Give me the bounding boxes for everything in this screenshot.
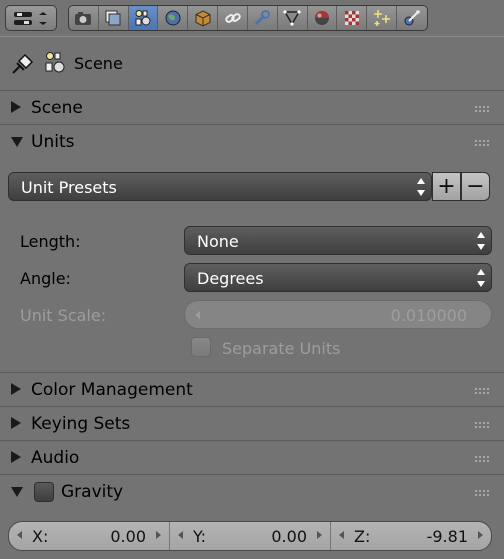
panel-header-audio[interactable]: Audio	[0, 442, 504, 475]
tab-physics[interactable]	[397, 6, 427, 30]
separate-units-checkbox[interactable]	[191, 337, 211, 357]
decrement-arrow-icon[interactable]	[178, 531, 183, 539]
expand-arrow-icon	[11, 417, 21, 429]
panel-title: Keying Sets	[31, 414, 131, 434]
object-cube-icon	[195, 10, 211, 27]
panel-header-keying-sets[interactable]: Keying Sets	[0, 408, 504, 441]
length-label: Length:	[20, 232, 81, 251]
gravity-vector-field: X: 0.00 Y: 0.00 Z: -9.81	[8, 521, 492, 551]
context-label: Scene	[74, 54, 123, 73]
drag-handle-icon[interactable]	[474, 421, 490, 429]
toolbar-divider	[0, 36, 504, 37]
tab-particles[interactable]	[367, 6, 398, 30]
drag-handle-icon[interactable]	[474, 387, 490, 395]
texture-icon	[344, 11, 359, 25]
collapse-arrow-icon	[11, 487, 23, 497]
decrement-arrow-icon[interactable]	[17, 531, 22, 539]
gravity-z-field[interactable]: Z: -9.81	[331, 522, 491, 550]
y-label: Y:	[193, 527, 207, 546]
gravity-x-field[interactable]: X: 0.00	[9, 522, 170, 550]
collapse-arrow-icon	[11, 137, 23, 147]
tab-texture[interactable]	[337, 6, 368, 30]
x-label: X:	[32, 527, 49, 546]
z-label: Z:	[354, 527, 371, 546]
context-tabs	[68, 5, 428, 31]
tab-material[interactable]	[308, 6, 338, 30]
scene-icon	[135, 10, 151, 26]
panel-title: Audio	[31, 448, 80, 468]
gravity-y-field[interactable]: Y: 0.00	[170, 522, 331, 550]
render-layers-icon	[105, 10, 121, 26]
up-down-arrows-icon	[477, 232, 485, 250]
scene-icon	[45, 52, 65, 73]
panel-divider	[0, 90, 504, 91]
panel-title: Color Management	[31, 380, 193, 400]
panel-divider	[0, 440, 504, 441]
z-value: -9.81	[426, 527, 468, 546]
tab-object[interactable]	[188, 6, 219, 30]
properties-editor-icon	[14, 12, 47, 25]
length-value: None	[197, 232, 239, 251]
panel-title: Units	[31, 132, 75, 152]
particles-icon	[373, 10, 390, 26]
constraints-chain-icon	[224, 13, 241, 23]
unit-scale-value: 0.010000	[390, 306, 467, 325]
editor-type-button[interactable]	[5, 5, 57, 31]
y-value: 0.00	[271, 527, 307, 546]
tab-render[interactable]	[69, 6, 99, 30]
up-down-arrows-icon	[477, 269, 485, 287]
angle-value: Degrees	[197, 269, 264, 288]
add-preset-button[interactable]: +	[432, 172, 461, 201]
pin-icon[interactable]	[10, 53, 34, 75]
up-down-arrows-icon	[417, 178, 425, 196]
increment-arrow-icon[interactable]	[317, 531, 322, 539]
tab-modifiers[interactable]	[248, 6, 278, 30]
render-camera-icon	[75, 12, 92, 25]
decrement-arrow-icon[interactable]	[195, 311, 200, 319]
tab-render-layers[interactable]	[99, 6, 129, 30]
tab-scene[interactable]	[128, 6, 159, 30]
drag-handle-icon[interactable]	[474, 139, 490, 147]
context-breadcrumb: Scene	[0, 44, 504, 84]
increment-arrow-icon[interactable]	[156, 531, 161, 539]
expand-arrow-icon	[11, 101, 21, 113]
material-icon	[315, 11, 330, 25]
expand-arrow-icon	[11, 451, 21, 463]
panel-divider	[0, 474, 504, 475]
tab-object-data[interactable]	[278, 6, 308, 30]
drag-handle-icon[interactable]	[474, 455, 490, 463]
decrement-arrow-icon[interactable]	[339, 531, 344, 539]
tab-constraints[interactable]	[218, 6, 248, 30]
physics-icon	[404, 10, 420, 26]
separate-units-label: Separate Units	[222, 339, 341, 358]
object-data-icon	[283, 10, 301, 26]
increment-arrow-icon[interactable]	[478, 531, 483, 539]
unit-presets-label: Unit Presets	[21, 178, 117, 197]
drag-handle-icon[interactable]	[474, 489, 490, 497]
gravity-enable-checkbox[interactable]	[34, 482, 54, 502]
panel-header-scene[interactable]: Scene	[0, 92, 504, 125]
expand-arrow-icon	[11, 383, 21, 395]
panel-divider	[0, 372, 504, 373]
unit-scale-field[interactable]: 0.010000	[184, 300, 492, 329]
unit-scale-label: Unit Scale:	[20, 306, 107, 325]
panel-header-units[interactable]: Units	[0, 126, 504, 159]
panel-title: Gravity	[61, 482, 124, 502]
unit-presets-menu[interactable]: Unit Presets	[8, 172, 432, 201]
tab-world[interactable]	[158, 6, 189, 30]
x-value: 0.00	[110, 527, 146, 546]
panel-header-gravity[interactable]: Gravity	[0, 476, 504, 509]
modifiers-wrench-icon	[255, 10, 271, 26]
properties-toolbar	[0, 0, 504, 36]
length-dropdown[interactable]: None	[184, 226, 492, 255]
drag-handle-icon[interactable]	[474, 105, 490, 113]
world-icon	[165, 10, 181, 26]
panel-header-color-management[interactable]: Color Management	[0, 374, 504, 407]
angle-label: Angle:	[20, 269, 71, 288]
panel-divider	[0, 406, 504, 407]
panel-title: Scene	[31, 98, 83, 118]
panel-divider	[0, 124, 504, 125]
remove-preset-button[interactable]: −	[461, 172, 490, 201]
angle-dropdown[interactable]: Degrees	[184, 263, 492, 292]
